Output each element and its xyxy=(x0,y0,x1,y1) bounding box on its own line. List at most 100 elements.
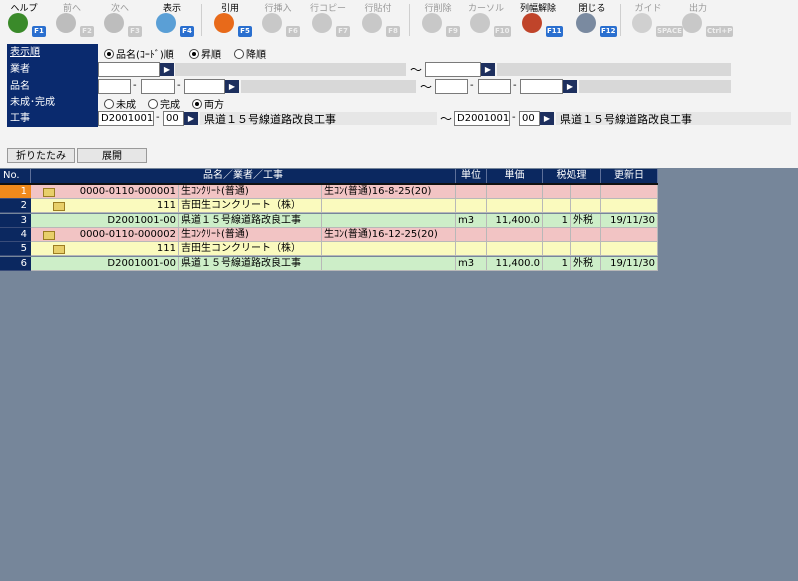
cell-price[interactable] xyxy=(487,185,543,199)
vendor-to-lookup-button[interactable]: ▶ xyxy=(481,63,495,76)
row-number[interactable]: 3 xyxy=(0,213,31,228)
cell-unit[interactable]: m3 xyxy=(456,256,487,271)
project-to-sub-input[interactable]: 00 xyxy=(519,111,540,126)
cell-unit[interactable] xyxy=(456,227,487,242)
sort-descending-radio[interactable]: 降順 xyxy=(234,46,266,61)
item-from-code2-input[interactable] xyxy=(141,79,175,94)
cell-tax-code[interactable]: 1 xyxy=(543,213,571,228)
cell-unit[interactable] xyxy=(456,242,487,257)
cell-price[interactable]: 11,400.0 xyxy=(487,256,543,271)
column-header-item[interactable]: 品名／業者／工事 xyxy=(31,169,456,183)
project-dash: - xyxy=(156,112,160,123)
cell-name[interactable]: 県道１５号線道路改良工事 xyxy=(179,256,322,271)
cell-code[interactable]: D2001001-00 xyxy=(31,213,179,228)
row-number[interactable]: 6 xyxy=(0,256,31,271)
column-header-price[interactable]: 単価 xyxy=(487,169,543,183)
cell-code[interactable]: 111 xyxy=(31,242,179,257)
item-from-lookup-button[interactable]: ▶ xyxy=(225,80,239,93)
cell-tax[interactable]: 外税 xyxy=(571,256,601,271)
cell-extra[interactable] xyxy=(322,242,456,257)
project-from-sub-input[interactable]: 00 xyxy=(163,111,184,126)
project-to-lookup-button[interactable]: ▶ xyxy=(540,112,554,125)
tree-folder-icon[interactable] xyxy=(53,245,65,255)
row-number[interactable]: 2 xyxy=(0,199,31,214)
cell-tax[interactable] xyxy=(571,227,601,242)
cell-extra[interactable] xyxy=(322,199,456,214)
row-number[interactable]: 4 xyxy=(0,227,31,242)
project-from-code-input[interactable]: D2001001 xyxy=(98,111,154,126)
item-from-code3-input[interactable] xyxy=(184,79,225,94)
cell-date[interactable] xyxy=(601,227,658,242)
toolbar-button-close-door[interactable]: 閉じる F12 xyxy=(568,0,617,40)
column-width-reset-icon xyxy=(522,13,542,33)
cell-code[interactable]: D2001001-00 xyxy=(31,256,179,271)
vendor-to-input[interactable] xyxy=(425,62,481,77)
cell-extra[interactable]: 生ｺﾝ(普通)16-12-25(20) xyxy=(322,227,456,242)
cell-price[interactable]: 11,400.0 xyxy=(487,213,543,228)
item-to-code2-input[interactable] xyxy=(478,79,511,94)
row-number[interactable]: 5 xyxy=(0,242,31,257)
cell-tax-code[interactable] xyxy=(543,242,571,257)
toolbar-button-quote[interactable]: 引用 F5 xyxy=(206,0,254,40)
cell-date[interactable] xyxy=(601,199,658,214)
status-incomplete-radio[interactable]: 未成 xyxy=(104,96,136,111)
cell-extra[interactable]: 生ｺﾝ(普通)16-8-25(20) xyxy=(322,185,456,199)
project-from-lookup-button[interactable]: ▶ xyxy=(184,112,198,125)
cell-tax[interactable] xyxy=(571,185,601,199)
cell-price[interactable] xyxy=(487,199,543,214)
cell-tax[interactable]: 外税 xyxy=(571,213,601,228)
item-dash: - xyxy=(513,80,517,91)
item-to-code1-input[interactable] xyxy=(435,79,468,94)
cell-name[interactable]: 県道１５号線道路改良工事 xyxy=(179,213,322,228)
cell-code[interactable]: 0000-0110-000002 xyxy=(31,227,179,242)
cell-unit[interactable] xyxy=(456,199,487,214)
column-header-unit[interactable]: 単位 xyxy=(456,169,487,183)
cell-code[interactable]: 0000-0110-000001 xyxy=(31,185,179,199)
toolbar-button-column-width-reset[interactable]: 列幅解除 F11 xyxy=(514,0,563,40)
printer-icon xyxy=(682,13,702,33)
collapse-button[interactable]: 折りたたみ xyxy=(7,148,75,163)
tree-folder-icon[interactable] xyxy=(53,202,65,212)
toolbar-button-magnifier[interactable]: 表示 F4 xyxy=(148,0,196,40)
expand-button[interactable]: 展開 xyxy=(77,148,147,163)
cell-tax-code[interactable] xyxy=(543,185,571,199)
tree-folder-icon[interactable] xyxy=(43,230,55,240)
column-header-tax[interactable]: 税処理 xyxy=(543,169,601,183)
sort-ascending-radio[interactable]: 昇順 xyxy=(189,46,221,61)
cell-unit[interactable] xyxy=(456,185,487,199)
cell-tax-code[interactable] xyxy=(543,199,571,214)
cell-name[interactable]: 吉田生コンクリート（株） xyxy=(179,242,322,257)
cell-date[interactable] xyxy=(601,242,658,257)
cell-date[interactable]: 19/11/30 xyxy=(601,213,658,228)
cell-code[interactable]: 111 xyxy=(31,199,179,214)
cell-extra[interactable] xyxy=(322,256,456,271)
cell-date[interactable]: 19/11/30 xyxy=(601,256,658,271)
column-header-updated[interactable]: 更新日 xyxy=(601,169,658,183)
tree-folder-icon[interactable] xyxy=(43,188,55,197)
cell-price[interactable] xyxy=(487,227,543,242)
cell-name[interactable]: 生ｺﾝｸﾘｰﾄ(普通) xyxy=(179,185,322,199)
cell-date[interactable] xyxy=(601,185,658,199)
cell-tax-code[interactable]: 1 xyxy=(543,256,571,271)
vendor-from-lookup-button[interactable]: ▶ xyxy=(160,63,174,76)
toolbar-button-row-copy: 行コピー F7 xyxy=(304,0,352,40)
item-to-lookup-button[interactable]: ▶ xyxy=(563,80,577,93)
cell-price[interactable] xyxy=(487,242,543,257)
cell-tax-code[interactable] xyxy=(543,227,571,242)
toolbar-button-help[interactable]: ヘルプ F1 xyxy=(0,0,48,40)
sort-by-code-radio[interactable]: 品名(ｺｰﾄﾞ)順 xyxy=(104,46,174,61)
status-both-radio[interactable]: 両方 xyxy=(192,96,224,111)
vendor-from-input[interactable] xyxy=(98,62,160,77)
cell-name[interactable]: 吉田生コンクリート（株） xyxy=(179,199,322,214)
item-from-code1-input[interactable] xyxy=(98,79,131,94)
column-header-no[interactable]: No. xyxy=(0,169,31,183)
project-to-code-input[interactable]: D2001001 xyxy=(454,111,510,126)
cell-tax[interactable] xyxy=(571,242,601,257)
cell-tax[interactable] xyxy=(571,199,601,214)
item-to-code3-input[interactable] xyxy=(520,79,563,94)
cell-unit[interactable]: m3 xyxy=(456,213,487,228)
row-number[interactable]: 1 xyxy=(0,185,31,199)
status-complete-radio[interactable]: 完成 xyxy=(148,96,180,111)
cell-extra[interactable] xyxy=(322,213,456,228)
cell-name[interactable]: 生ｺﾝｸﾘｰﾄ(普通) xyxy=(179,227,322,242)
